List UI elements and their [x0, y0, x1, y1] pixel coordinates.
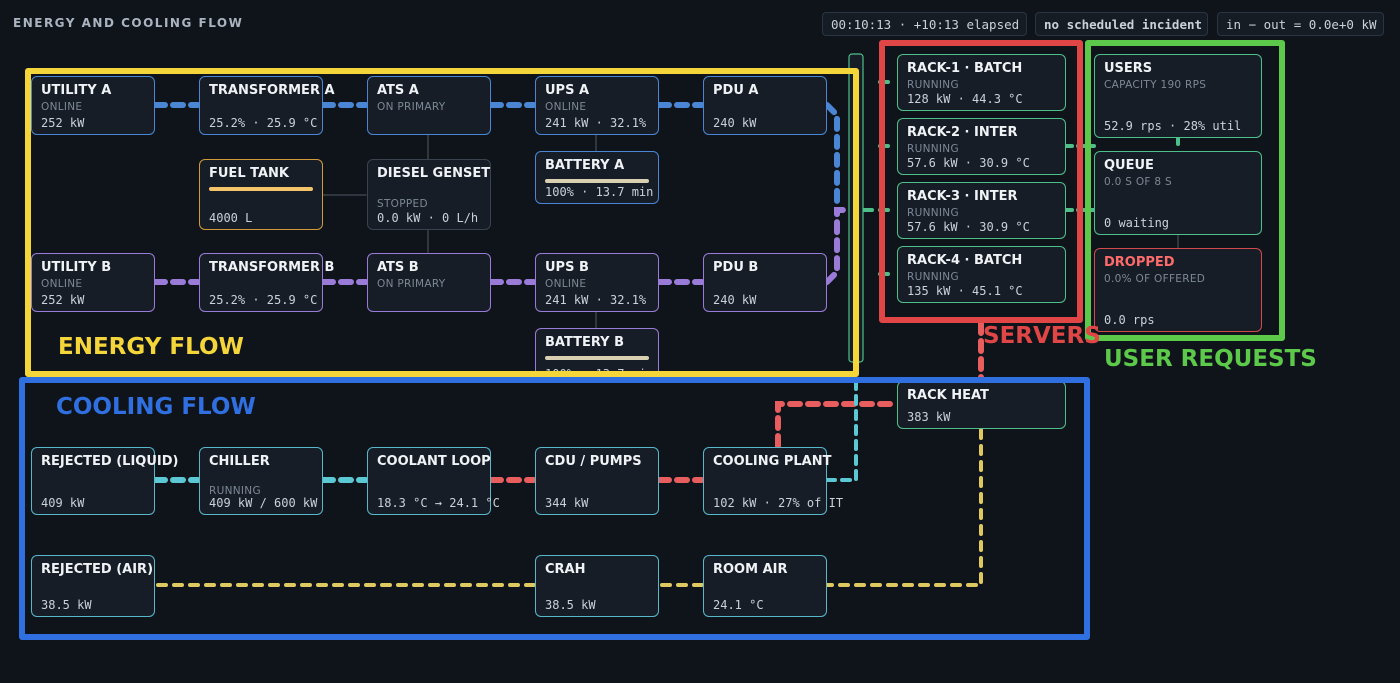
energy-flow-label: ENERGY FLOW — [58, 334, 244, 360]
energy-flow-frame — [25, 68, 859, 377]
flow-canvas: ENERGY AND COOLING FLOW 00:10:13 · +10:1… — [0, 0, 1400, 683]
incident-status: no scheduled incident — [1035, 12, 1208, 36]
servers-frame — [879, 40, 1083, 323]
user-requests-frame — [1085, 40, 1285, 341]
servers-label: SERVERS — [983, 323, 1101, 349]
user-requests-label: USER REQUESTS — [1104, 346, 1317, 372]
page-title: ENERGY AND COOLING FLOW — [13, 16, 244, 30]
cooling-flow-label: COOLING FLOW — [56, 394, 256, 420]
clock-readout: 00:10:13 · +10:13 elapsed — [822, 12, 1027, 36]
energy-balance-readout: in − out = 0.0e+0 kW — [1217, 12, 1384, 36]
